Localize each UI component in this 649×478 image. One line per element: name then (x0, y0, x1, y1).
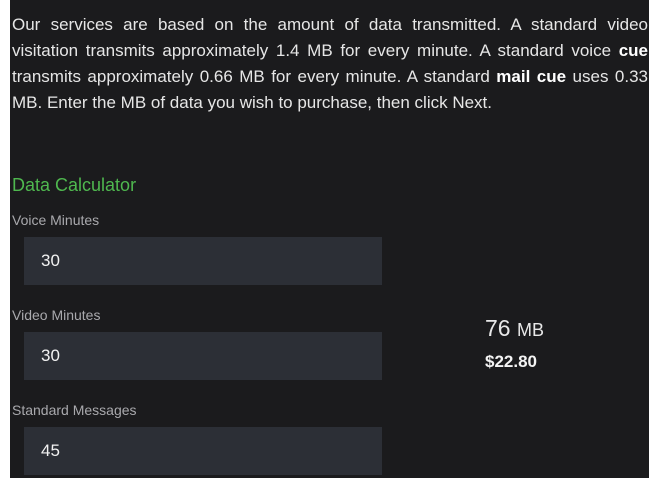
description-part-2: transmits approximately 0.66 MB for ever… (12, 67, 497, 86)
voice-cue-term: cue (618, 41, 648, 60)
total-price: $22.80 (485, 352, 537, 371)
video-minutes-label: Video Minutes (12, 307, 101, 323)
data-purchase-panel: Our services are based on the amount of … (10, 0, 649, 478)
description-part-1: Our services are based on the amount of … (12, 15, 648, 60)
total-mb-value: 76 (485, 315, 511, 341)
pricing-description: Our services are based on the amount of … (12, 12, 648, 116)
voice-minutes-input[interactable] (24, 237, 382, 285)
total-mb-unit: MB (516, 320, 544, 340)
standard-messages-label: Standard Messages (12, 402, 137, 418)
standard-messages-input[interactable] (24, 427, 382, 475)
calculator-title: Data Calculator (12, 175, 137, 195)
voice-minutes-label: Voice Minutes (12, 212, 100, 228)
mail-cue-term: mail cue (496, 67, 567, 86)
total-data-amount: 76 MB (485, 315, 544, 342)
video-minutes-input[interactable] (24, 332, 382, 380)
